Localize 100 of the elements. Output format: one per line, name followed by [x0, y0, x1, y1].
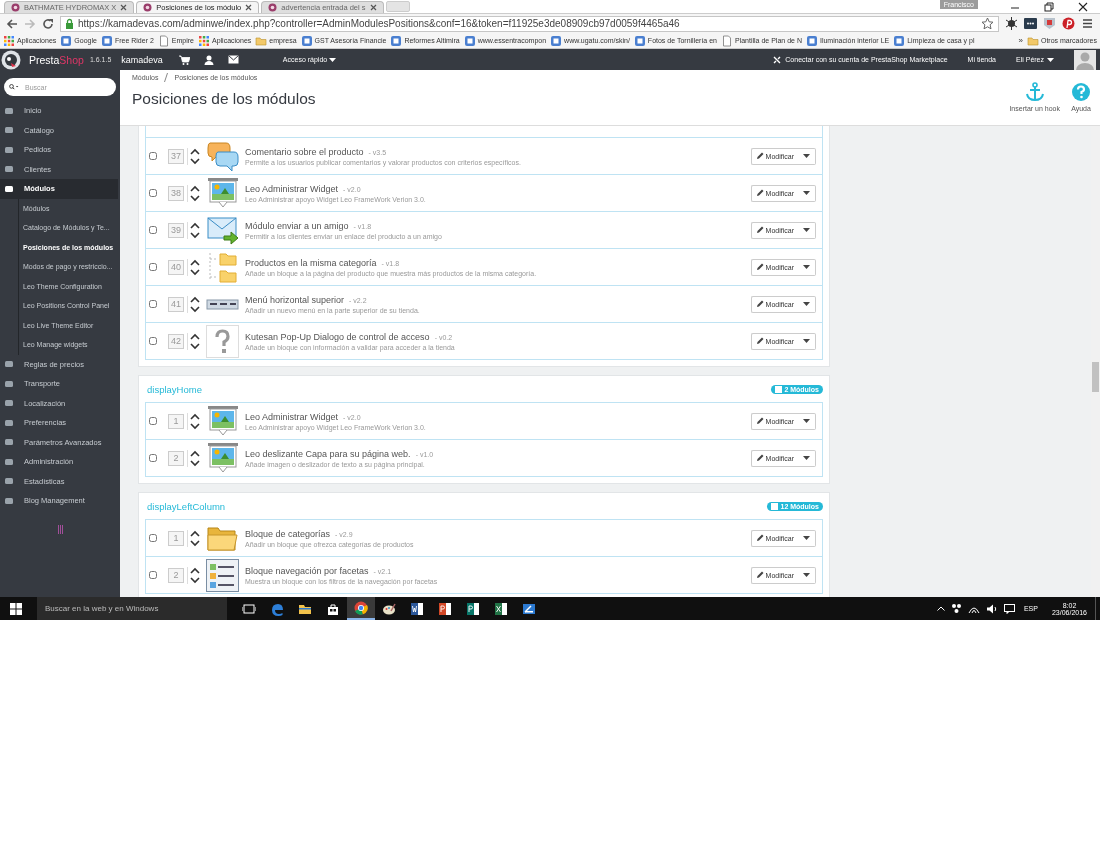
- row-checkbox[interactable]: [149, 534, 157, 542]
- move-up-icon[interactable]: [189, 147, 201, 156]
- question-mark-icon: [206, 324, 239, 358]
- shopping-bag-icon: [326, 601, 340, 616]
- search-icon[interactable]: [9, 82, 19, 92]
- nav-icon: [4, 476, 14, 487]
- logo-icon[interactable]: [1, 49, 21, 70]
- move-down-icon[interactable]: [189, 458, 201, 467]
- shop-link[interactable]: kamadeva: [121, 54, 163, 65]
- move-up-icon[interactable]: [189, 332, 201, 341]
- position-number: 42: [168, 333, 184, 349]
- row-checkbox[interactable]: [149, 226, 157, 234]
- move-up-icon[interactable]: [189, 566, 201, 575]
- back-icon[interactable]: [6, 17, 18, 30]
- menu-icon[interactable]: [1081, 17, 1094, 30]
- module-name: Bloque de categorías: [245, 528, 331, 539]
- user-icon[interactable]: [203, 54, 214, 65]
- module-name: Leo deslizante Capa para su página web.: [245, 448, 411, 459]
- page-title: Posiciones de los módulos: [132, 90, 316, 108]
- address-field[interactable]: https://kamadevas.com/adminwe/index.php?controller=AdminModulesPositions&conf=16&token=f11925e3de08909cb97d0059f4465a46: [60, 15, 999, 32]
- dropdown-toggle[interactable]: [798, 332, 816, 350]
- close-icon[interactable]: [1078, 1, 1088, 12]
- pin-icon[interactable]: [1062, 17, 1075, 30]
- anchor-icon: [1023, 82, 1046, 102]
- reload-icon[interactable]: [42, 17, 54, 30]
- position-number: 1: [168, 413, 184, 429]
- caret-icon: [803, 419, 810, 423]
- module-name: Menú horizontal superior: [245, 294, 345, 305]
- move-down-icon[interactable]: [189, 421, 201, 430]
- taskbar-app[interactable]: [347, 597, 375, 620]
- mail-icon[interactable]: [227, 55, 239, 64]
- caret-icon: [803, 191, 810, 195]
- move-up-icon[interactable]: [189, 529, 201, 538]
- pencil-icon: [755, 152, 764, 160]
- volume-icon[interactable]: [985, 603, 998, 614]
- close-icon[interactable]: [245, 4, 253, 11]
- move-down-icon[interactable]: [189, 267, 201, 276]
- nav-icon: [4, 164, 14, 175]
- browser-icon: [270, 601, 284, 616]
- dots-icon[interactable]: [1024, 17, 1037, 30]
- lock-icon: [65, 18, 74, 29]
- restore-icon[interactable]: [1044, 1, 1054, 12]
- move-up-icon[interactable]: [189, 258, 201, 267]
- nav-icon: [4, 378, 14, 389]
- help-icon: [1070, 82, 1092, 102]
- pencil-icon: [755, 263, 764, 271]
- module-name: Módulo enviar a un amigo: [245, 220, 349, 231]
- row-checkbox[interactable]: [149, 300, 157, 308]
- row-checkbox[interactable]: [149, 571, 157, 579]
- caret-icon: [1047, 57, 1054, 62]
- dropdown-toggle[interactable]: [798, 295, 816, 313]
- dropdown-toggle[interactable]: [798, 566, 816, 584]
- pencil-icon: [755, 226, 764, 234]
- row-checkbox[interactable]: [149, 152, 157, 160]
- row-checkbox[interactable]: [149, 263, 157, 271]
- move-up-icon[interactable]: [189, 449, 201, 458]
- more-bookmarks-button[interactable]: »: [1018, 36, 1023, 45]
- move-down-icon[interactable]: [189, 193, 201, 202]
- move-up-icon[interactable]: [189, 412, 201, 421]
- avatar-icon[interactable]: [1074, 49, 1096, 70]
- move-down-icon[interactable]: [189, 538, 201, 547]
- move-down-icon[interactable]: [189, 304, 201, 313]
- row-checkbox[interactable]: [149, 189, 157, 197]
- dropdown-toggle[interactable]: [798, 412, 816, 430]
- dropdown-toggle[interactable]: [798, 147, 816, 165]
- nav-icon: [4, 398, 14, 409]
- row-checkbox[interactable]: [149, 454, 157, 462]
- row-checkbox[interactable]: [149, 417, 157, 425]
- shield-icon[interactable]: [1043, 17, 1056, 30]
- dropdown-toggle[interactable]: [798, 221, 816, 239]
- move-down-icon[interactable]: [189, 156, 201, 165]
- caret-icon: [803, 339, 810, 343]
- nav-icon: [4, 144, 14, 155]
- dropdown-toggle[interactable]: [798, 184, 816, 202]
- move-up-icon[interactable]: [189, 184, 201, 193]
- position-number: 40: [168, 259, 184, 275]
- windows-start-icon[interactable]: [10, 602, 22, 615]
- scrollbar-thumb[interactable]: [1092, 362, 1099, 392]
- chrome-icon: [354, 600, 368, 615]
- move-down-icon[interactable]: [189, 341, 201, 350]
- bug-icon[interactable]: [1005, 17, 1018, 30]
- row-checkbox[interactable]: [149, 337, 157, 345]
- pencil-icon: [755, 300, 764, 308]
- star-icon[interactable]: [981, 17, 994, 30]
- chevron-up-icon[interactable]: [936, 606, 945, 611]
- move-down-icon[interactable]: [189, 230, 201, 239]
- dropdown-toggle[interactable]: [798, 258, 816, 276]
- palette-icon: [382, 601, 396, 616]
- move-down-icon[interactable]: [189, 575, 201, 584]
- position-number: 37: [168, 148, 184, 164]
- grip-icon[interactable]: [58, 524, 64, 534]
- pencil-icon: [755, 417, 764, 425]
- dropdown-toggle[interactable]: [798, 449, 816, 467]
- people-icon[interactable]: [950, 603, 962, 614]
- cart-icon[interactable]: [178, 54, 190, 65]
- message-icon[interactable]: [1003, 603, 1015, 614]
- dropdown-toggle[interactable]: [798, 529, 816, 547]
- move-up-icon[interactable]: [189, 221, 201, 230]
- move-up-icon[interactable]: [189, 295, 201, 304]
- square-icon: [771, 502, 779, 510]
